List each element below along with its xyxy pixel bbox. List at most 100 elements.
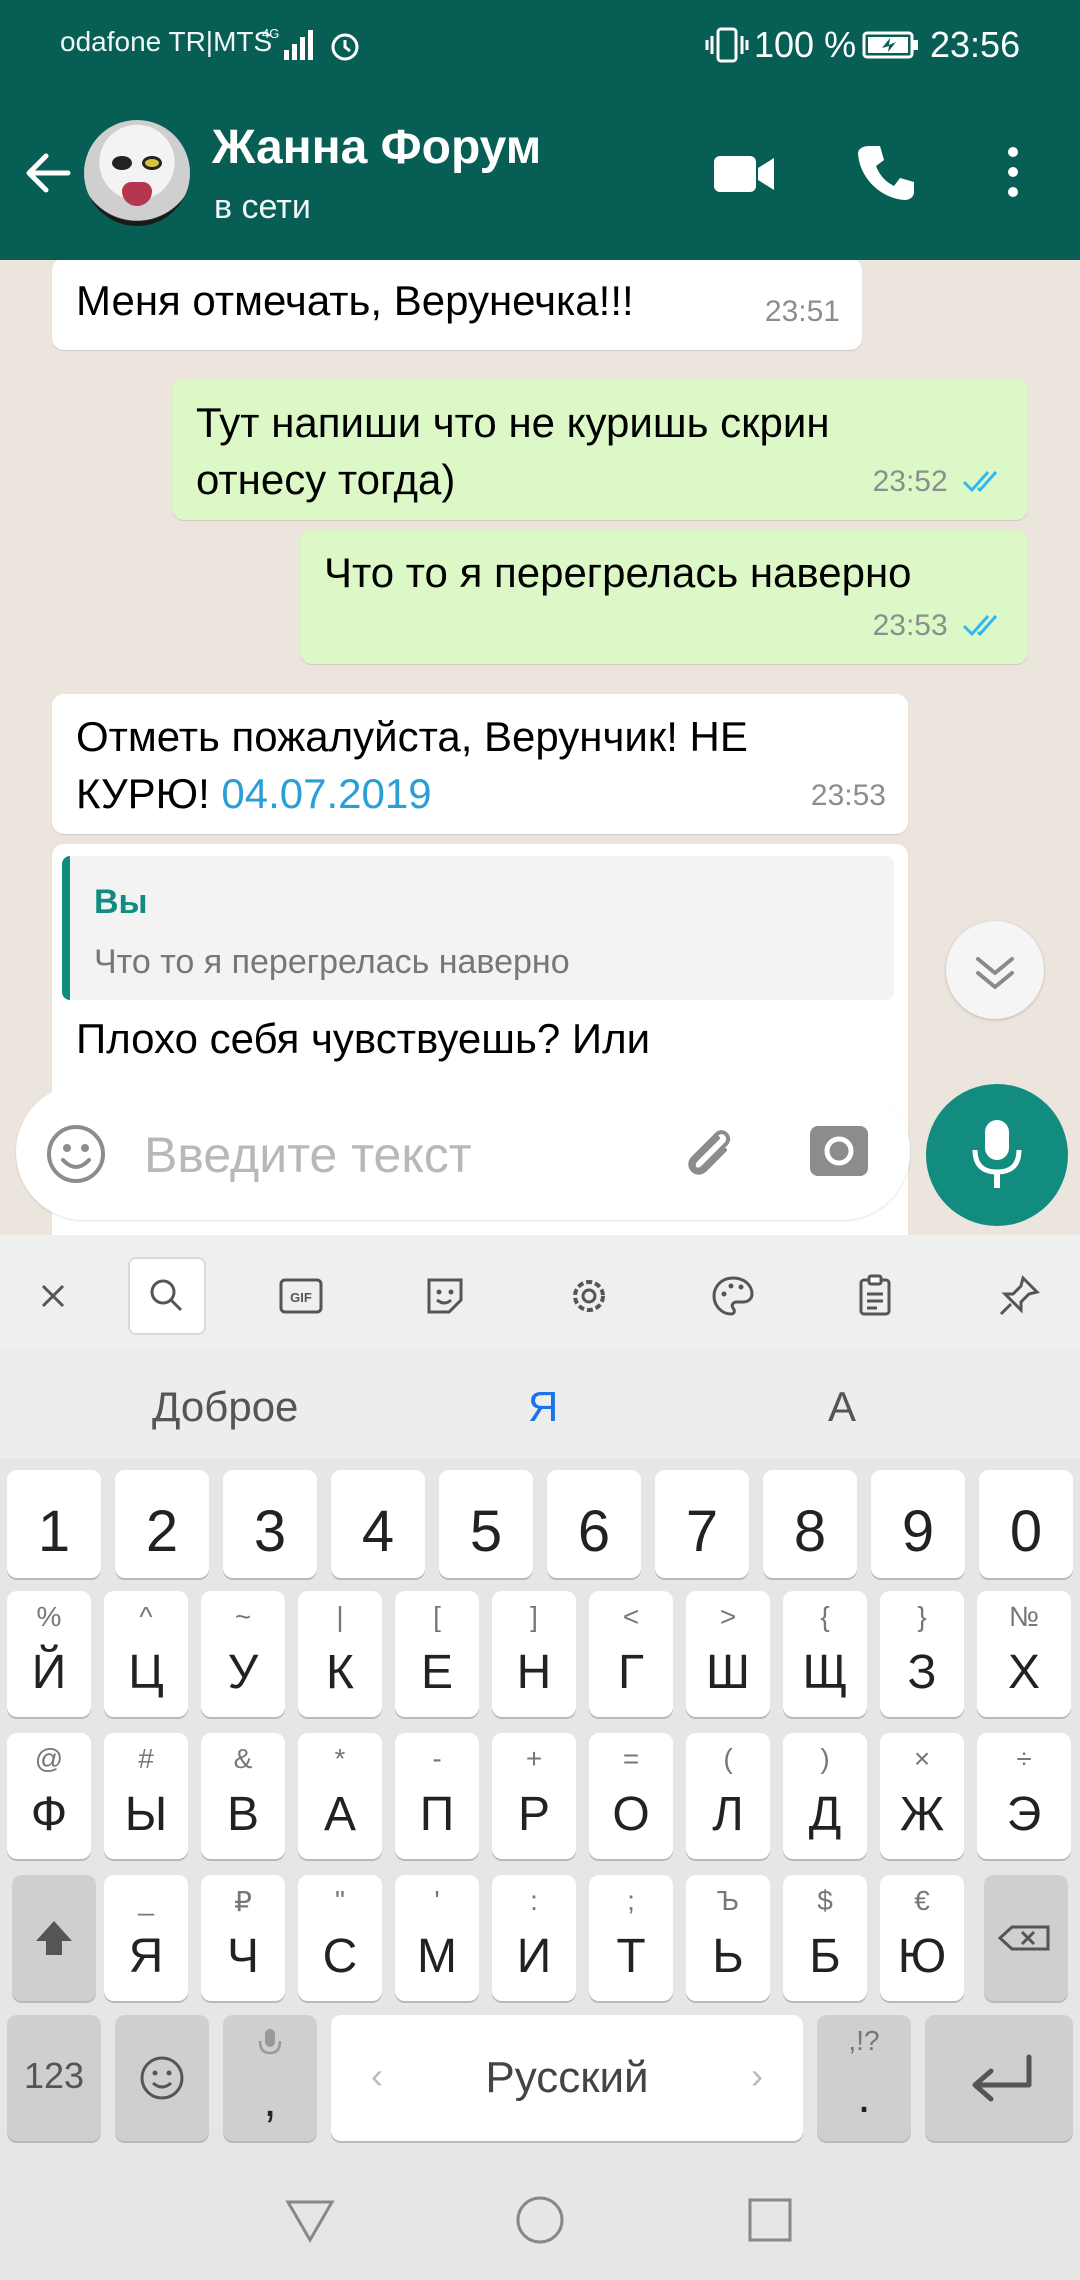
key-letter[interactable]: ) Д: [783, 1733, 867, 1859]
key-letter[interactable]: ; Т: [589, 1875, 673, 2001]
key-letter[interactable]: ] Н: [492, 1591, 576, 1717]
read-receipt-icon: [962, 471, 998, 493]
alarm-icon: [331, 33, 359, 61]
key-letter[interactable]: | К: [298, 1591, 382, 1717]
message-input-bar: Введите текст: [0, 1080, 1080, 1235]
message-bubble-outgoing[interactable]: Что то я перегрелась наверно 23:53: [300, 530, 1028, 664]
status-bar: odafone TR|MTS 4G 100 % 23:56: [0, 0, 1080, 90]
key-letter[interactable]: " С: [298, 1875, 382, 2001]
system-navigation-bar: [0, 2160, 1080, 2280]
message-meta: 23:52: [873, 453, 1006, 510]
key-letter[interactable]: € Ю: [880, 1875, 964, 2001]
key-0[interactable]: 0: [979, 1470, 1073, 1578]
pin-icon[interactable]: [980, 1257, 1058, 1335]
double-chevron-down-icon: [976, 957, 1014, 989]
numbers-key[interactable]: 123: [7, 2015, 101, 2141]
key-8[interactable]: 8: [763, 1470, 857, 1578]
read-receipt-icon: [962, 615, 998, 637]
enter-key[interactable]: [925, 2015, 1073, 2141]
suggestion-strip: Доброе Я А: [0, 1347, 1080, 1459]
period-key[interactable]: ,!?.: [817, 2015, 911, 2141]
home-circle-icon[interactable]: [512, 2192, 568, 2248]
key-letter[interactable]: _ Я: [104, 1875, 188, 2001]
message-input-field[interactable]: Введите текст: [16, 1084, 910, 1220]
message-text-line: Отметь пожалуйста, Верунчик! НЕ: [76, 713, 748, 760]
message-bubble-outgoing[interactable]: Тут напиши что не куришь скрин отнесу то…: [172, 380, 1028, 520]
key-1[interactable]: 1: [7, 1470, 101, 1578]
settings-icon[interactable]: [550, 1257, 628, 1335]
key-letter[interactable]: @ Ф: [7, 1733, 91, 1859]
camera-icon[interactable]: [808, 1120, 870, 1180]
message-time: 23:53: [872, 609, 948, 642]
key-letter[interactable]: * А: [298, 1733, 382, 1859]
key-letter[interactable]: # Ы: [104, 1733, 188, 1859]
space-bar[interactable]: ‹ Русский ›: [331, 2015, 803, 2141]
key-letter[interactable]: % Й: [7, 1591, 91, 1717]
voice-message-button[interactable]: [926, 1084, 1068, 1226]
close-icon[interactable]: [14, 1257, 92, 1335]
video-call-icon[interactable]: [712, 150, 776, 198]
search-icon[interactable]: [128, 1257, 206, 1335]
key-7[interactable]: 7: [655, 1470, 749, 1578]
battery-percent: 100 %: [754, 24, 857, 65]
key-letter[interactable]: -П: [395, 1733, 479, 1859]
key-letter[interactable]: $ Б: [783, 1875, 867, 2001]
key-letter[interactable]: ЪЬ: [686, 1875, 770, 2001]
key-letter[interactable]: [Е: [395, 1591, 479, 1717]
smiley-icon: [140, 2056, 184, 2100]
network-type: 4G: [262, 26, 279, 41]
key-6[interactable]: 6: [547, 1470, 641, 1578]
date-link[interactable]: 04.07.2019: [221, 770, 431, 817]
key-letter[interactable]: > Ш: [686, 1591, 770, 1717]
emoji-key[interactable]: [115, 2015, 209, 2141]
key-letter[interactable]: ₽ Ч: [201, 1875, 285, 2001]
emoji-icon[interactable]: [44, 1122, 108, 1186]
recents-square-icon[interactable]: [742, 2192, 798, 2248]
clipboard-icon[interactable]: [836, 1257, 914, 1335]
back-arrow-icon[interactable]: [20, 145, 76, 201]
key-letter[interactable]: < Г: [589, 1591, 673, 1717]
comma-key[interactable]: ,: [223, 2015, 317, 2141]
key-letter[interactable]: = О: [589, 1733, 673, 1859]
key-letter[interactable]: × Ж: [880, 1733, 964, 1859]
suggestion-item[interactable]: А: [828, 1383, 856, 1431]
message-bubble-incoming[interactable]: Меня отмечать, Верунечка!!! 23:51: [52, 260, 862, 350]
suggestion-item[interactable]: Доброе: [152, 1383, 298, 1431]
key-letter[interactable]: } З: [880, 1591, 964, 1717]
contact-avatar[interactable]: [84, 120, 190, 226]
quoted-message[interactable]: Вы Что то я перегрелась наверно: [62, 856, 894, 1000]
key-5[interactable]: 5: [439, 1470, 533, 1578]
key-2[interactable]: 2: [115, 1470, 209, 1578]
shift-key[interactable]: [12, 1875, 96, 2001]
key-letter[interactable]: :И: [492, 1875, 576, 2001]
key-letter[interactable]: ^ Ц: [104, 1591, 188, 1717]
key-letter[interactable]: (Л: [686, 1733, 770, 1859]
key-3[interactable]: 3: [223, 1470, 317, 1578]
key-letter[interactable]: ' М: [395, 1875, 479, 2001]
contact-name[interactable]: Жанна Форум: [212, 120, 541, 175]
right-chevron-icon: ›: [751, 2055, 763, 2096]
key-letter[interactable]: № Х: [977, 1591, 1071, 1717]
gif-icon[interactable]: GIF: [262, 1257, 340, 1335]
theme-palette-icon[interactable]: [694, 1257, 772, 1335]
attach-icon[interactable]: [676, 1120, 742, 1186]
key-letter[interactable]: {Щ: [783, 1591, 867, 1717]
message-text: Меня отмечать, Верунечка!!!: [76, 277, 634, 324]
quote-author: Вы: [94, 883, 148, 921]
scroll-to-bottom-button[interactable]: [946, 921, 1044, 1019]
back-triangle-icon[interactable]: [282, 2192, 338, 2248]
message-bubble-incoming[interactable]: Отметь пожалуйста, Верунчик! НЕ КУРЮ! 04…: [52, 694, 908, 834]
phone-call-icon[interactable]: [856, 142, 916, 202]
key-letter[interactable]: ~ У: [201, 1591, 285, 1717]
key-4[interactable]: 4: [331, 1470, 425, 1578]
more-options-icon[interactable]: [998, 142, 1028, 202]
backspace-key[interactable]: [984, 1875, 1068, 2001]
key-letter[interactable]: + Р: [492, 1733, 576, 1859]
battery-icon: [862, 31, 918, 59]
message-time: 23:53: [810, 779, 886, 812]
key-9[interactable]: 9: [871, 1470, 965, 1578]
key-letter[interactable]: & В: [201, 1733, 285, 1859]
sticker-icon[interactable]: [406, 1257, 484, 1335]
suggestion-item[interactable]: Я: [528, 1383, 558, 1431]
key-letter[interactable]: ÷ Э: [977, 1733, 1071, 1859]
